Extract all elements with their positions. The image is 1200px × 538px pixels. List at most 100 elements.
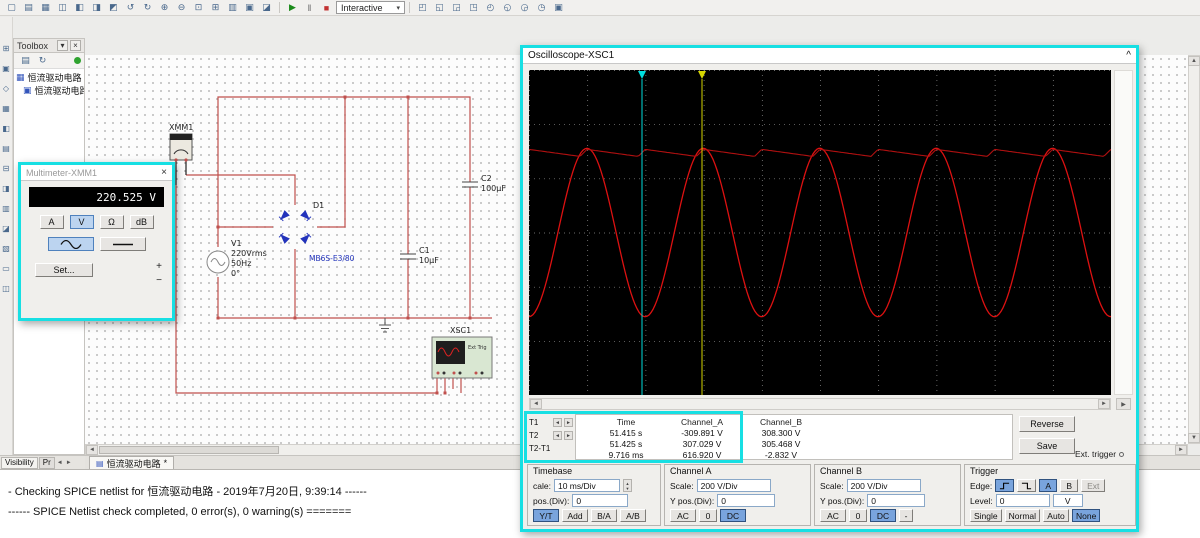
scroll-left-icon[interactable]: ◄ <box>86 445 98 455</box>
cha-ac-button[interactable]: AC <box>670 509 696 522</box>
cha-scale-input[interactable]: 200 V/Div <box>696 479 771 492</box>
scroll-down-icon[interactable]: ▼ <box>1188 433 1200 443</box>
pin-button[interactable]: ▾ <box>57 40 68 51</box>
logic-analyzer-icon[interactable]: ▣ <box>550 1 567 14</box>
zoom-in-icon[interactable]: ⊕ <box>156 1 173 14</box>
trigger-ext-button[interactable]: Ext <box>1081 479 1106 492</box>
decibel-button[interactable]: dB <box>129 215 154 229</box>
close-icon[interactable]: × <box>161 167 167 178</box>
reverse-button[interactable]: Reverse <box>1019 416 1075 432</box>
place-wire-icon[interactable]: ▣ <box>1 63 12 74</box>
canvas-vscrollbar[interactable]: ▲ ▼ <box>1188 55 1200 444</box>
tab-document[interactable]: ▤ 恒流驱动电路 * <box>89 456 175 469</box>
tab-visibility[interactable]: Visibility <box>1 456 38 469</box>
print-icon[interactable]: ◫ <box>54 1 71 14</box>
capacitor-c1-symbol[interactable]: C1 10µF <box>400 246 439 265</box>
scope-hscrollbar[interactable]: ◄ ► <box>529 398 1111 410</box>
print-preview-icon[interactable]: ◧ <box>71 1 88 14</box>
ground-symbol[interactable] <box>379 318 391 333</box>
paste-icon[interactable]: ◩ <box>105 1 122 14</box>
refresh-icon[interactable]: ↻ <box>34 54 51 67</box>
tabs-scroll-left-icon[interactable]: ◄ <box>56 460 64 466</box>
none-button[interactable]: None <box>1072 509 1101 522</box>
volts-button[interactable]: V <box>69 215 94 229</box>
comment-icon[interactable]: ◪ <box>1 223 12 234</box>
hscroll-thumb[interactable] <box>99 446 279 454</box>
multimeter-symbol[interactable]: XMM1 <box>169 123 193 162</box>
trigger-a-button[interactable]: A <box>1039 479 1058 492</box>
new-icon[interactable]: ▢ <box>3 1 20 14</box>
capacitor-c2-symbol[interactable]: C2 100µF <box>462 174 506 193</box>
cha-ypos-input[interactable]: 0 <box>717 494 776 507</box>
ac-source-symbol[interactable]: V1 220Vrms 50Hz 0° <box>206 239 267 278</box>
pause-icon[interactable]: ‖ <box>301 1 318 14</box>
settings-icon[interactable]: ◪ <box>258 1 275 14</box>
folder-icon[interactable]: ▤ <box>17 54 34 67</box>
scope-screen[interactable] <box>528 70 1112 396</box>
tree-item-sheet[interactable]: ▣ 恒流驱动电路 <box>16 84 84 97</box>
stop-icon[interactable]: ■ <box>318 1 335 14</box>
auto-button[interactable]: Auto <box>1043 509 1070 522</box>
multimeter-titlebar[interactable]: Multimeter-XMM1 × <box>21 165 172 181</box>
text-icon[interactable]: ◨ <box>1 183 12 194</box>
ac-mode-button[interactable] <box>47 237 94 251</box>
cha-dc-button[interactable]: DC <box>720 509 746 522</box>
component-icon[interactable]: ⊞ <box>1 43 12 54</box>
level-input[interactable]: 0 <box>995 494 1050 507</box>
bode-plotter-icon[interactable]: ◵ <box>499 1 516 14</box>
close-toolbox-button[interactable]: × <box>70 40 81 51</box>
scroll-up-icon[interactable]: ▲ <box>1188 56 1200 66</box>
ab-button[interactable]: A/B <box>620 509 646 522</box>
single-button[interactable]: Single <box>970 509 1002 522</box>
rising-edge-button[interactable] <box>995 479 1015 492</box>
hierarchy-icon[interactable]: ▥ <box>224 1 241 14</box>
chb-dc-button[interactable]: DC <box>870 509 896 522</box>
tree-item-design[interactable]: ▦ 恒流驱动电路 <box>16 71 82 84</box>
falling-edge-button[interactable] <box>1017 479 1037 492</box>
bridge-rectifier-symbol[interactable]: D1 MB6S-E3/80 <box>278 201 355 263</box>
redo-icon[interactable]: ↻ <box>139 1 156 14</box>
dc-mode-button[interactable] <box>99 237 146 251</box>
scroll-right-icon[interactable]: ► <box>1175 445 1187 455</box>
oscilloscope-titlebar[interactable]: Oscilloscope-XSC1 ^ <box>523 48 1136 64</box>
chb-ypos-input[interactable]: 0 <box>867 494 926 507</box>
copy-icon[interactable]: ◨ <box>88 1 105 14</box>
four-channel-scope-icon[interactable]: ◴ <box>482 1 499 14</box>
oscilloscope-symbol[interactable]: Ext Trig XSC1 <box>431 326 493 379</box>
zoom-fit-icon[interactable]: ⊡ <box>190 1 207 14</box>
chb-invert-button[interactable]: - <box>899 509 913 522</box>
add-button[interactable]: Add <box>562 509 588 522</box>
set-button[interactable]: Set... <box>35 263 93 277</box>
t1-right-icon[interactable]: ► <box>564 418 573 427</box>
run-icon[interactable]: ▶ <box>284 1 301 14</box>
word-generator-icon[interactable]: ◷ <box>533 1 550 14</box>
zoom-out-icon[interactable]: ⊖ <box>173 1 190 14</box>
undo-icon[interactable]: ↺ <box>122 1 139 14</box>
function-generator-icon[interactable]: ◱ <box>431 1 448 14</box>
save-icon[interactable]: ▦ <box>37 1 54 14</box>
scope-scroll-right-icon[interactable]: ► <box>1098 399 1110 409</box>
cha-zero-button[interactable]: 0 <box>699 509 717 522</box>
scope-expand-icon[interactable]: ▶ <box>1116 398 1131 410</box>
grid-icon[interactable]: ⊞ <box>207 1 224 14</box>
trigger-b-button[interactable]: B <box>1060 479 1079 492</box>
probe-icon[interactable]: ▧ <box>1 243 12 254</box>
chb-scale-input[interactable]: 200 V/Div <box>846 479 921 492</box>
yt-button[interactable]: Y/T <box>533 509 559 522</box>
frequency-counter-icon[interactable]: ◶ <box>516 1 533 14</box>
chb-ac-button[interactable]: AC <box>820 509 846 522</box>
scope-scroll-left-icon[interactable]: ◄ <box>530 399 542 409</box>
chb-zero-button[interactable]: 0 <box>849 509 867 522</box>
subcircuit-icon[interactable]: ⊟ <box>1 163 12 174</box>
ruler-icon[interactable]: ▭ <box>1 263 12 274</box>
ohms-button[interactable]: Ω <box>99 215 124 229</box>
layers-icon[interactable]: ◫ <box>1 283 12 294</box>
timebase-spinner[interactable]: ▲ ▼ <box>622 479 632 492</box>
interactive-dropdown[interactable]: Interactive ▾ <box>336 1 406 14</box>
spreadsheet-icon[interactable]: ▣ <box>241 1 258 14</box>
tabs-scroll-right-icon[interactable]: ► <box>65 460 73 466</box>
ba-button[interactable]: B/A <box>591 509 617 522</box>
timebase-scale-input[interactable]: 10 ms/Div <box>553 479 620 492</box>
wattmeter-icon[interactable]: ◲ <box>448 1 465 14</box>
normal-button[interactable]: Normal <box>1004 509 1041 522</box>
